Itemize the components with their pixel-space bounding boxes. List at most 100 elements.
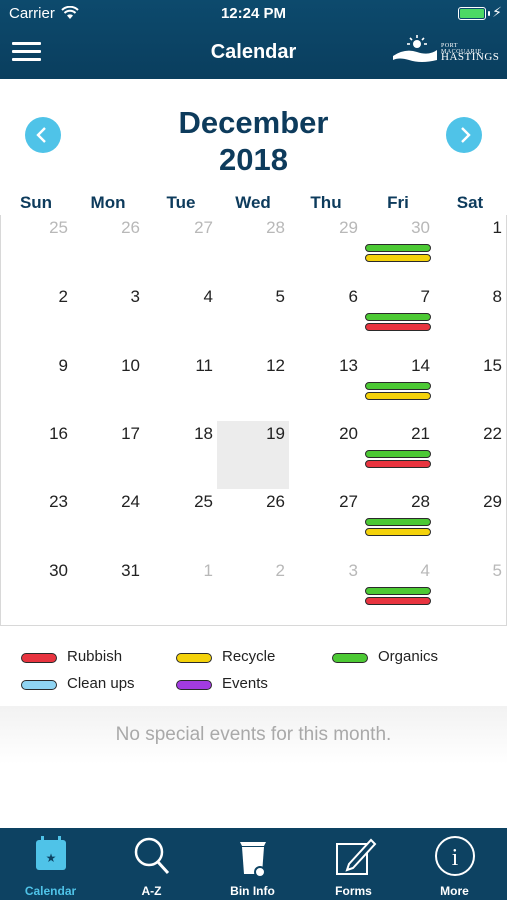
search-icon bbox=[134, 837, 170, 875]
day-cell[interactable]: 6 bbox=[290, 284, 362, 352]
rubbish-collection-bar bbox=[365, 597, 431, 605]
day-cell[interactable]: 24 bbox=[72, 489, 144, 557]
day-number: 23 bbox=[49, 492, 68, 511]
day-cell[interactable]: 23 bbox=[0, 489, 72, 557]
day-cell[interactable]: 20 bbox=[290, 421, 362, 489]
day-cell[interactable]: 9 bbox=[0, 353, 72, 421]
day-number: 30 bbox=[411, 218, 430, 237]
rubbish-collection-bar bbox=[365, 323, 431, 331]
day-cell[interactable]: 30 bbox=[362, 215, 434, 283]
day-cell[interactable]: 3 bbox=[290, 558, 362, 626]
weekday-label: Thu bbox=[310, 193, 342, 212]
next-month-button[interactable] bbox=[446, 117, 482, 153]
day-cell[interactable]: 26 bbox=[72, 215, 144, 283]
legend-swatch bbox=[21, 680, 57, 690]
day-number: 6 bbox=[348, 287, 358, 306]
day-number: 12 bbox=[266, 356, 285, 375]
day-cell[interactable]: 8 bbox=[434, 284, 506, 352]
day-number: 29 bbox=[339, 218, 358, 237]
recycle-collection-bar bbox=[365, 392, 431, 400]
day-cell[interactable]: 5 bbox=[217, 284, 289, 352]
day-cell[interactable]: 15 bbox=[434, 353, 506, 421]
day-number: 2 bbox=[58, 287, 68, 306]
day-cell[interactable]: 29 bbox=[290, 215, 362, 283]
day-number: 18 bbox=[194, 424, 213, 443]
svg-text:★: ★ bbox=[46, 851, 57, 865]
day-number: 4 bbox=[420, 561, 430, 580]
month-header: December 2018 bbox=[0, 79, 507, 189]
day-cell[interactable]: 25 bbox=[0, 215, 72, 283]
day-cell[interactable]: 29 bbox=[434, 489, 506, 557]
tab-bin-info[interactable]: Bin Info bbox=[202, 828, 303, 900]
council-logo: PORT MACQUARIE HASTINGS bbox=[391, 34, 500, 68]
info-icon: i bbox=[435, 836, 475, 876]
day-number: 19 bbox=[266, 424, 285, 443]
status-bar: Carrier 12:24 PM ⚡ bbox=[0, 0, 507, 28]
day-number: 1 bbox=[492, 218, 502, 237]
tab-forms[interactable]: Forms bbox=[303, 828, 404, 900]
day-cell[interactable]: 28 bbox=[217, 215, 289, 283]
tab-label: A-Z bbox=[141, 884, 162, 898]
day-cell[interactable]: 21 bbox=[362, 421, 434, 489]
day-cell[interactable]: 7 bbox=[362, 284, 434, 352]
charging-icon: ⚡ bbox=[492, 4, 502, 20]
day-cell[interactable]: 2 bbox=[0, 284, 72, 352]
day-cell-today[interactable]: 19 bbox=[217, 421, 289, 489]
day-cell[interactable]: 28 bbox=[362, 489, 434, 557]
day-number: 27 bbox=[194, 218, 213, 237]
weekday-label: Fri bbox=[387, 193, 409, 212]
day-cell[interactable]: 16 bbox=[0, 421, 72, 489]
tab-bar: ★ Calendar A-Z Bin Info Forms i More bbox=[0, 828, 507, 900]
tab-more[interactable]: i More bbox=[404, 828, 505, 900]
month-name: December bbox=[178, 105, 329, 140]
legend-label: Rubbish bbox=[67, 648, 123, 665]
day-cell[interactable]: 10 bbox=[72, 353, 144, 421]
day-cell[interactable]: 30 bbox=[0, 558, 72, 626]
battery-cap bbox=[488, 11, 490, 16]
year-label: 2018 bbox=[219, 142, 288, 177]
header: Carrier 12:24 PM ⚡ Calendar PORT MACQUAR… bbox=[0, 0, 507, 79]
bin-legend: Rubbish Recycle Organics Clean ups Events bbox=[0, 640, 507, 700]
chevron-right-icon bbox=[461, 127, 471, 143]
day-cell[interactable]: 31 bbox=[72, 558, 144, 626]
day-cell[interactable]: 22 bbox=[434, 421, 506, 489]
day-number: 2 bbox=[275, 561, 285, 580]
day-number: 8 bbox=[492, 287, 502, 306]
day-cell[interactable]: 1 bbox=[434, 215, 506, 283]
day-number: 30 bbox=[49, 561, 68, 580]
day-cell[interactable]: 26 bbox=[217, 489, 289, 557]
month-title: December 2018 bbox=[0, 104, 507, 178]
weekday-label: Wed bbox=[235, 193, 271, 212]
logo-line2: HASTINGS bbox=[441, 51, 500, 63]
day-cell[interactable]: 27 bbox=[145, 215, 217, 283]
day-number: 20 bbox=[339, 424, 358, 443]
day-number: 3 bbox=[348, 561, 358, 580]
day-cell[interactable]: 13 bbox=[290, 353, 362, 421]
rubbish-collection-bar bbox=[365, 460, 431, 468]
tab-calendar[interactable]: ★ Calendar bbox=[0, 828, 101, 900]
day-number: 25 bbox=[194, 492, 213, 511]
day-number: 15 bbox=[483, 356, 502, 375]
day-number: 26 bbox=[121, 218, 140, 237]
day-cell[interactable]: 1 bbox=[145, 558, 217, 626]
day-cell[interactable]: 12 bbox=[217, 353, 289, 421]
day-cell[interactable]: 18 bbox=[145, 421, 217, 489]
tab-label: Calendar bbox=[24, 884, 77, 898]
clock: 12:24 PM bbox=[220, 5, 287, 22]
day-cell[interactable]: 11 bbox=[145, 353, 217, 421]
day-cell[interactable]: 3 bbox=[72, 284, 144, 352]
legend-label: Clean ups bbox=[67, 675, 135, 692]
day-number: 24 bbox=[121, 492, 140, 511]
day-cell[interactable]: 4 bbox=[145, 284, 217, 352]
day-cell[interactable]: 17 bbox=[72, 421, 144, 489]
day-number: 7 bbox=[420, 287, 430, 306]
day-cell[interactable]: 4 bbox=[362, 558, 434, 626]
day-cell[interactable]: 27 bbox=[290, 489, 362, 557]
day-cell[interactable]: 2 bbox=[217, 558, 289, 626]
day-cell[interactable]: 5 bbox=[434, 558, 506, 626]
day-cell[interactable]: 14 bbox=[362, 353, 434, 421]
no-events-message: No special events for this month. bbox=[115, 724, 392, 745]
legend-label: Organics bbox=[378, 648, 439, 665]
day-cell[interactable]: 25 bbox=[145, 489, 217, 557]
tab-a-z[interactable]: A-Z bbox=[101, 828, 202, 900]
